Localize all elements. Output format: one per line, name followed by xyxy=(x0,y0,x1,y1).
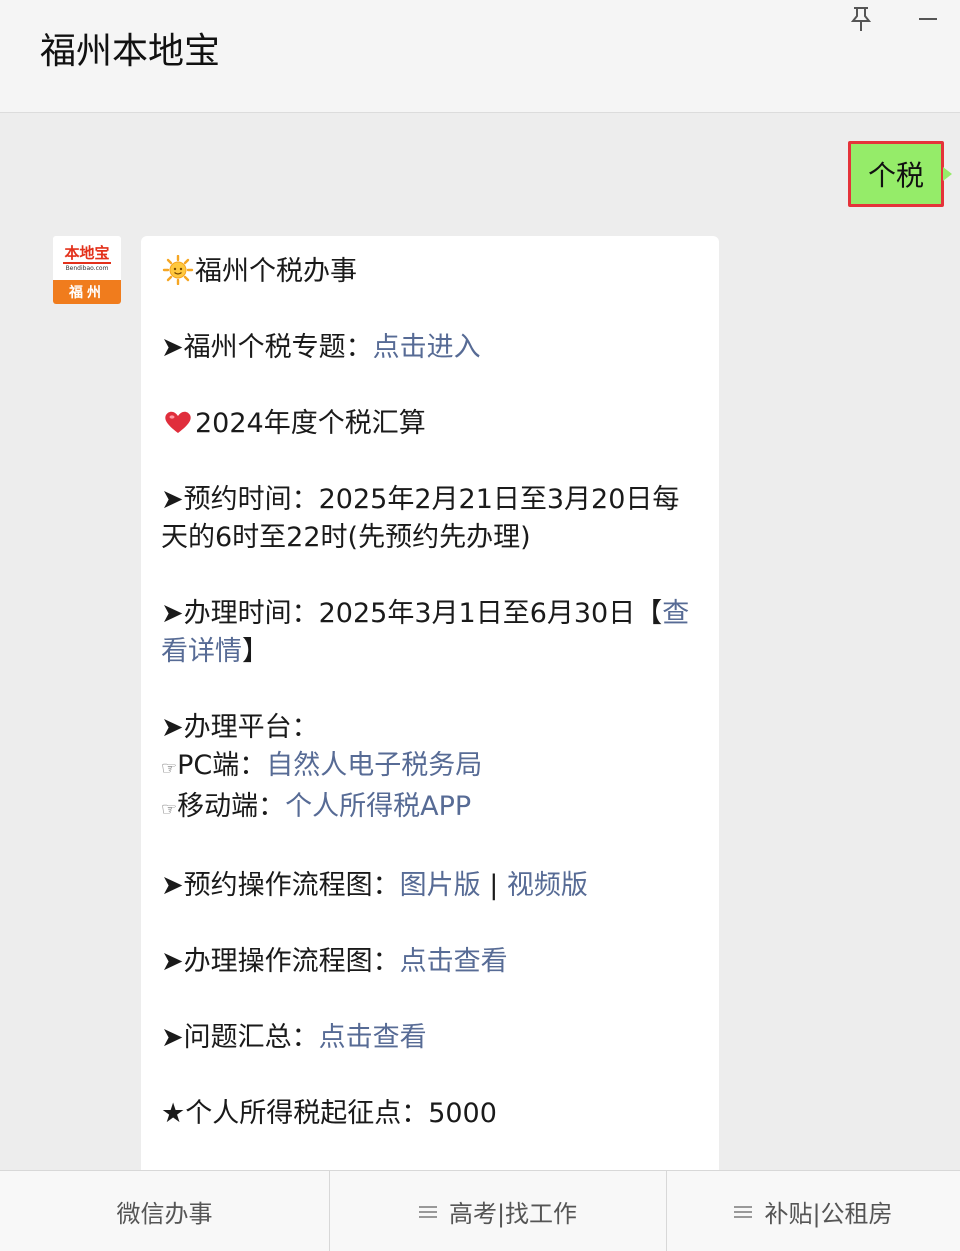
chat-header: 福州本地宝 xyxy=(0,0,960,113)
pin-icon[interactable] xyxy=(848,4,874,34)
handle-time-line: ➤办理时间：2025年3月1日至6月30日【查看详情】 xyxy=(161,595,701,671)
bottom-menu: 微信办事 高考|找工作 补贴|公租房 xyxy=(0,1170,960,1251)
menu-item-label: 补贴|公租房 xyxy=(764,1199,893,1228)
message-heading: 福州个税办事 xyxy=(195,256,357,287)
appointment-flow-video-link[interactable]: 视频版 xyxy=(507,870,588,901)
avatar[interactable]: 本地宝 Bendibao.com 福州 xyxy=(53,236,121,304)
faq-prefix: ➤问题汇总： xyxy=(161,1022,319,1053)
handle-time-prefix: ➤办理时间：2025年3月1日至6月30日【 xyxy=(161,598,663,629)
handle-flow-line: ➤办理操作流程图：点击查看 xyxy=(161,943,701,981)
pointing-hand-icon: ☞ xyxy=(161,758,178,779)
avatar-logo-text: 本地宝 xyxy=(64,244,110,262)
faq-line: ➤问题汇总：点击查看 xyxy=(161,1019,701,1057)
sun-emoji-icon xyxy=(162,255,194,285)
pc-line: ☞PC端：自然人电子税务局 xyxy=(161,747,701,788)
message-body: 福州个税办事 ➤福州个税专题：点击进入 2024年度个税汇算 ➤预约时间：202… xyxy=(161,253,701,1133)
heart-emoji-icon xyxy=(165,411,191,433)
appointment-time: ➤预约时间：2025年2月21日至3月20日每天的6时至22时(先预约先办理) xyxy=(161,484,680,553)
appointment-flow-line: ➤预约操作流程图：图片版 | 视频版 xyxy=(161,867,701,905)
pointing-hand-icon: ☞ xyxy=(161,799,178,820)
menu-item-gaokao-jobs[interactable]: 高考|找工作 xyxy=(329,1171,666,1251)
handle-flow-link[interactable]: 点击查看 xyxy=(400,946,508,977)
handle-time-suffix: 】 xyxy=(242,636,269,667)
chat-area[interactable]: 个税 本地宝 Bendibao.com 福州 福州个税办事 ➤福州个税专题：点击… xyxy=(0,114,960,1170)
avatar-logo-underline xyxy=(63,262,111,264)
platform-label: ➤办理平台： xyxy=(161,712,319,743)
menu-item-wechat-services[interactable]: 微信办事 xyxy=(0,1171,329,1251)
appointment-flow-separator: | xyxy=(480,870,507,901)
pc-prefix: PC端： xyxy=(177,750,267,781)
mobile-prefix: 移动端： xyxy=(177,791,286,822)
sent-message-bubble[interactable]: 个税 xyxy=(848,141,952,207)
submenu-icon xyxy=(418,1204,439,1218)
minimize-icon[interactable] xyxy=(915,4,941,34)
submenu-icon xyxy=(734,1204,754,1218)
annual-title: 2024年度个税汇算 xyxy=(195,408,426,439)
chat-title: 福州本地宝 xyxy=(40,31,221,72)
pc-link[interactable]: 自然人电子税务局 xyxy=(266,750,482,781)
sent-message-text: 个税 xyxy=(867,159,924,192)
handle-flow-prefix: ➤办理操作流程图： xyxy=(161,946,400,977)
mobile-link[interactable]: 个人所得税APP xyxy=(285,791,471,822)
topic-link[interactable]: 点击进入 xyxy=(373,332,481,363)
message-heading-line: 福州个税办事 xyxy=(161,253,701,291)
avatar-city-label: 福州 xyxy=(53,280,121,304)
avatar-domain-text: Bendibao.com xyxy=(65,265,109,272)
appointment-flow-prefix: ➤预约操作流程图： xyxy=(161,870,400,901)
avatar-logo-area: 本地宝 Bendibao.com xyxy=(53,236,121,280)
topic-line: ➤福州个税专题：点击进入 xyxy=(161,329,701,367)
mobile-line: ☞移动端：个人所得税APP xyxy=(161,788,701,829)
menu-item-subsidy-housing[interactable]: 补贴|公租房 xyxy=(666,1171,960,1251)
annual-title-line: 2024年度个税汇算 xyxy=(161,405,701,443)
menu-item-label: 高考|找工作 xyxy=(448,1199,578,1228)
menu-item-label: 微信办事 xyxy=(116,1199,213,1228)
tax-threshold: ★个人所得税起征点：5000 xyxy=(161,1098,497,1129)
topic-prefix: ➤福州个税专题： xyxy=(161,332,373,363)
faq-link[interactable]: 点击查看 xyxy=(319,1022,427,1053)
appointment-flow-image-link[interactable]: 图片版 xyxy=(400,870,481,901)
received-message-bubble: 福州个税办事 ➤福州个税专题：点击进入 2024年度个税汇算 ➤预约时间：202… xyxy=(141,236,719,1170)
